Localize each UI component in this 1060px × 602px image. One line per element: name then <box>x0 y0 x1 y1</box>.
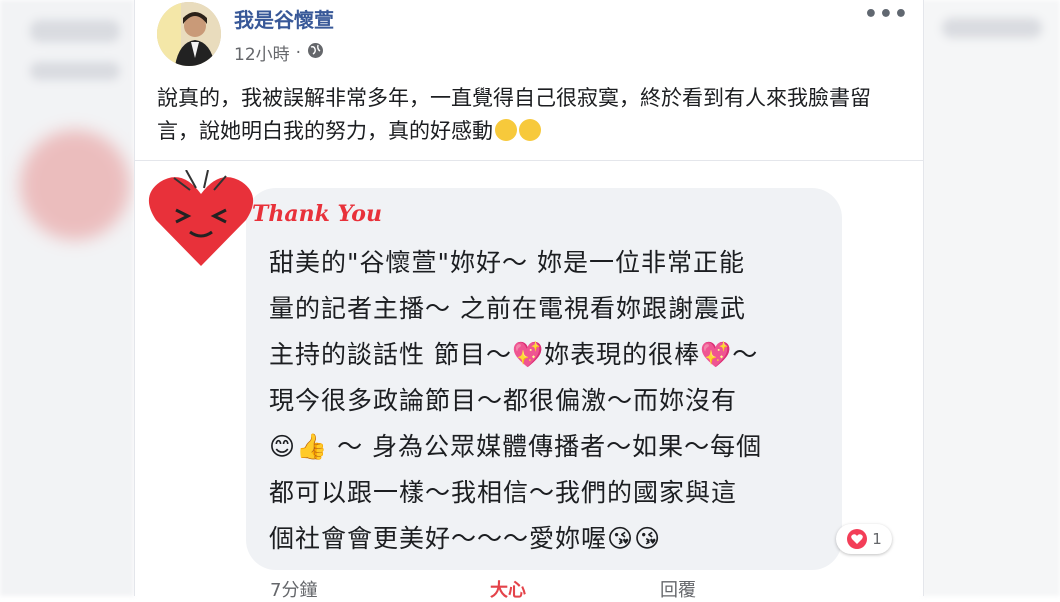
more-icon[interactable]: ••• <box>864 2 909 27</box>
thank-you-word: Thank You <box>252 201 382 227</box>
heart-eyes-emoji-icon <box>495 119 517 141</box>
post-meta: 12小時 · <box>234 40 324 65</box>
blurred-bar <box>942 18 1042 38</box>
heart-sticker-icon <box>148 170 254 266</box>
reaction-badge[interactable]: 1 <box>836 524 892 554</box>
thank-you-sticker: Thank You <box>252 188 382 230</box>
heart-icon <box>847 529 868 549</box>
comment-text: 甜美的"谷懷萱"妳好～ 妳是一位非常正能 量的記者主播～ 之前在電視看妳跟謝震武… <box>269 240 829 562</box>
blurred-bar <box>30 20 120 42</box>
divider <box>135 160 923 161</box>
reply-button[interactable]: 回覆 <box>660 576 696 602</box>
background-right <box>922 0 1060 596</box>
comment-line: 都可以跟一樣～我相信～我們的國家與這 <box>269 478 738 507</box>
post-text: 說真的，我被誤解非常多年，一直覺得自己很寂寞，終於看到有人來我臉書留言，說她明白… <box>157 82 907 148</box>
comment-line: 現今很多政論節目～都很偏激～而妳沒有 <box>269 386 738 415</box>
avatar[interactable] <box>157 2 221 66</box>
blurred-bar <box>30 62 120 80</box>
like-button[interactable]: 大心 <box>490 576 526 602</box>
background-left <box>0 0 134 596</box>
comment-time[interactable]: 7分鐘 <box>270 576 317 602</box>
meta-separator: · <box>295 42 302 63</box>
post-time[interactable]: 12小時 <box>234 40 290 65</box>
author-name[interactable]: 我是谷懷萱 <box>234 4 334 33</box>
comment-line: 主持的談話性 節目～💖妳表現的很棒💖～ <box>269 340 759 369</box>
comment-line: 個社會會更美好～～～愛妳喔😘😘 <box>269 524 662 553</box>
blurred-heart <box>20 130 130 240</box>
comment-line: 😊👍 ～ 身為公眾媒體傳播者～如果～每個 <box>269 432 763 461</box>
globe-icon <box>307 42 324 64</box>
heart-eyes-emoji-icon <box>519 119 541 141</box>
comment-line: 甜美的"谷懷萱"妳好～ 妳是一位非常正能 <box>269 248 745 277</box>
comment-line: 量的記者主播～ 之前在電視看妳跟謝震武 <box>269 294 746 323</box>
reaction-count: 1 <box>872 530 882 548</box>
